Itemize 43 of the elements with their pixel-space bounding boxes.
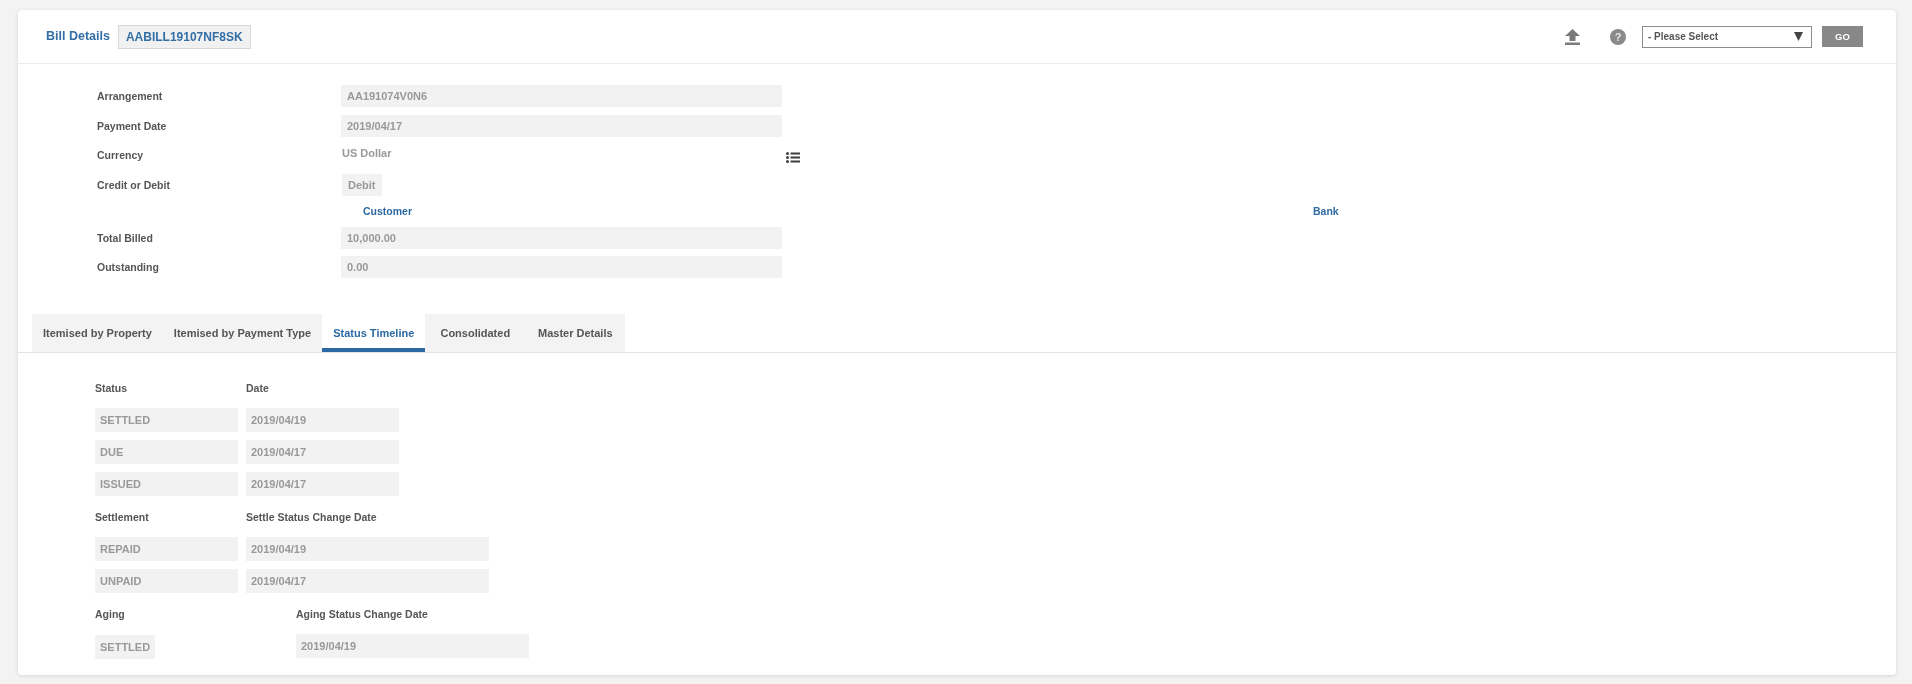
page-title: Bill Details: [46, 28, 110, 46]
value-field: 2019/04/19: [296, 634, 529, 658]
tab[interactable]: Master Details: [525, 314, 626, 352]
upload-icon[interactable]: [1565, 28, 1580, 45]
field-label: Arrangement: [97, 89, 164, 104]
column-label: Aging Status Change Date: [296, 608, 428, 620]
value-field: SETTLED: [95, 635, 156, 659]
column-label: Status: [95, 382, 128, 394]
value-field: SETTLED: [95, 408, 238, 432]
value-field: 2019/04/17: [246, 440, 399, 464]
value-field: 2019/04/17: [246, 569, 489, 593]
value-field: 10,000.00: [341, 226, 782, 249]
go-button[interactable]: GO: [1822, 26, 1863, 47]
select-dropdown[interactable]: - Please Select: [1642, 25, 1812, 48]
bill-id-tag: AABILL19107NF8SK: [117, 24, 251, 49]
field-label: Currency: [97, 148, 145, 163]
value-field: DUE: [95, 440, 238, 464]
tab[interactable]: Itemised by Property: [32, 314, 163, 352]
party-link[interactable]: Bank: [1313, 203, 1339, 219]
field-label: Credit or Debit: [97, 177, 171, 193]
party-link[interactable]: Customer: [363, 203, 412, 219]
value-field: 2019/04/17: [246, 472, 399, 496]
tab[interactable]: Consolidated: [425, 314, 526, 352]
list-icon[interactable]: [786, 152, 800, 163]
value-field: 2019/04/17: [341, 114, 782, 137]
value-chip: Debit: [342, 173, 382, 196]
column-label: Date: [246, 382, 269, 394]
column-label: Settle Status Change Date: [246, 511, 377, 523]
value-field: 2019/04/19: [246, 537, 489, 561]
value-field: UNPAID: [95, 569, 238, 593]
field-label: Total Billed: [97, 230, 154, 246]
value-field: AA191074V0N6: [341, 85, 782, 107]
value-field: ISSUED: [95, 472, 238, 496]
value-field: 2019/04/19: [246, 408, 399, 432]
field-label: Payment Date: [97, 118, 168, 134]
field-label: Outstanding: [97, 260, 160, 275]
tab[interactable]: Itemised by Payment Type: [162, 314, 323, 352]
value-text: US Dollar: [341, 146, 393, 161]
value-field: REPAID: [95, 537, 238, 561]
value-field: 0.00: [341, 256, 782, 278]
column-label: Aging: [95, 608, 125, 620]
caret-icon: [1794, 32, 1803, 41]
column-label: Settlement: [95, 511, 149, 523]
